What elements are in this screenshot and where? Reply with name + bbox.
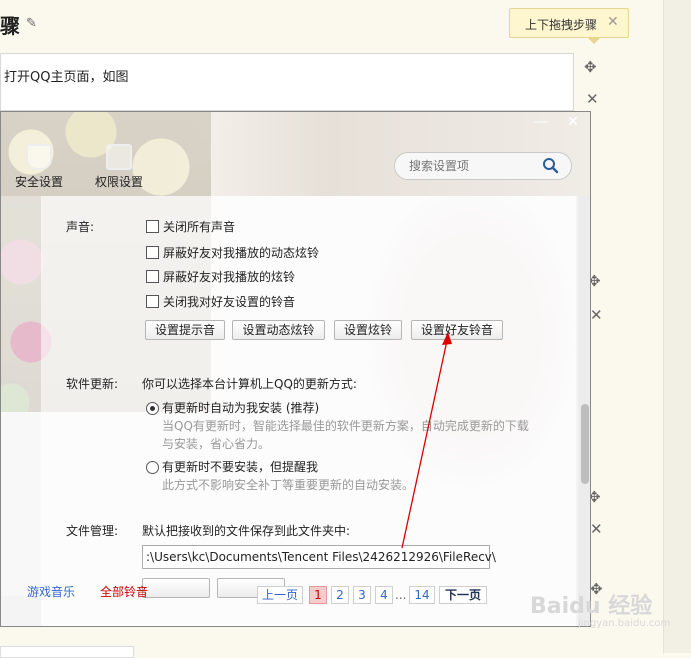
- baidu-watermark: Baidu 经验: [530, 594, 653, 619]
- baidu-watermark-url: jingyan.baidu.com: [578, 618, 671, 629]
- annotation-arrow: [401, 332, 452, 549]
